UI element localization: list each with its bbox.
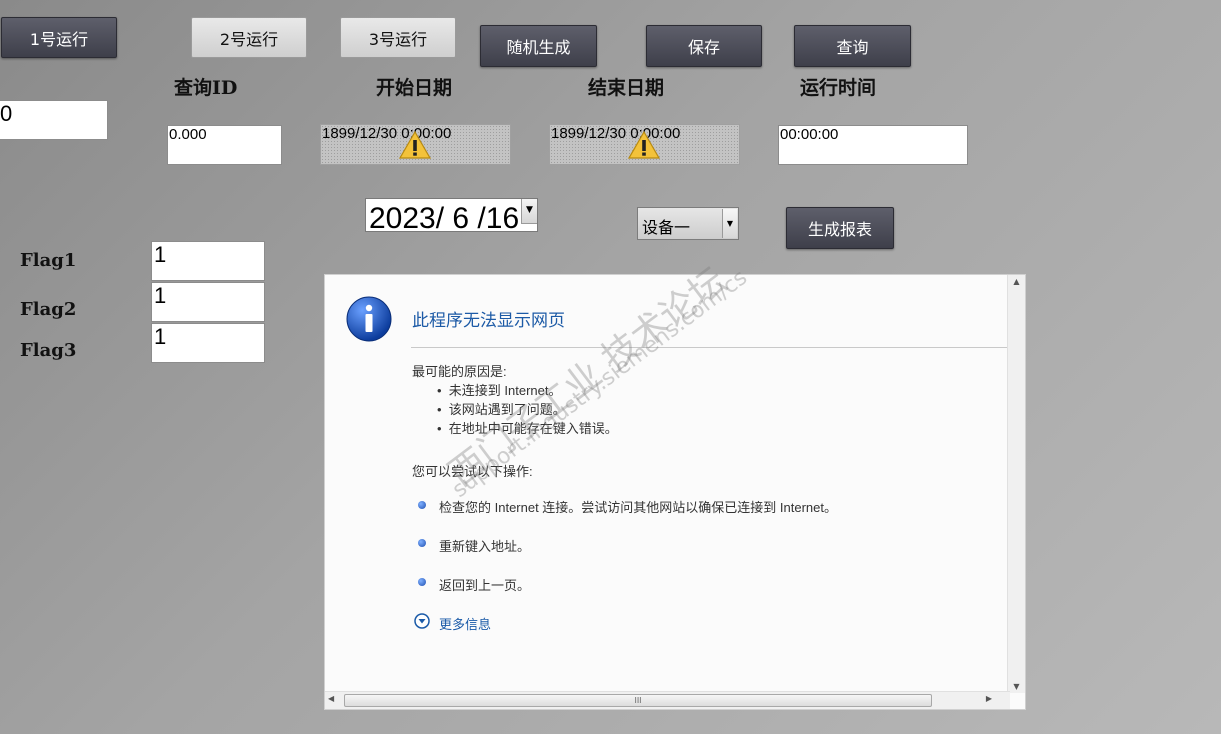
chevron-down-icon[interactable]: ▼ xyxy=(521,199,537,224)
end-date-value: 1899/12/30 0:00:00 xyxy=(551,125,681,142)
device-select[interactable]: 设备一 ▼ xyxy=(637,207,739,240)
actions-heading: 您可以尝试以下操作: xyxy=(412,464,533,479)
flag2-field[interactable]: 1 xyxy=(151,282,265,322)
warning-icon xyxy=(628,131,660,159)
reason-item: • 未连接到 Internet。 xyxy=(437,383,562,398)
start-date-header: 开始日期 xyxy=(376,77,453,99)
run3-button[interactable]: 3号运行 xyxy=(340,17,456,58)
generate-report-button[interactable]: 生成报表 xyxy=(786,207,894,249)
flag1-label: Flag1 xyxy=(20,250,77,271)
chevron-down-icon: ▼ xyxy=(722,209,737,238)
action-item: 重新键入地址。 xyxy=(439,539,531,554)
reasons-heading: 最可能的原因是: xyxy=(412,364,507,379)
web-browser-control[interactable]: 此程序无法显示网页 最可能的原因是: • 未连接到 Internet。 • 该网… xyxy=(324,274,1026,710)
date-picker-value: 2023/ 6 /16 xyxy=(369,202,520,232)
bullet-icon xyxy=(418,539,426,547)
save-label: 保存 xyxy=(687,38,720,57)
run-time-field[interactable]: 00:00:00 xyxy=(778,125,968,165)
end-date-header: 结束日期 xyxy=(588,77,665,99)
title-divider xyxy=(411,347,1007,348)
reason-item: • 在地址中可能存在键入错误。 xyxy=(437,421,618,436)
horizontal-scroll-thumb[interactable]: III xyxy=(344,694,932,707)
flag1-field[interactable]: 1 xyxy=(151,241,265,281)
date-picker[interactable]: 2023/ 6 /16 ▼ xyxy=(365,198,538,232)
run3-label: 3号运行 xyxy=(368,29,428,49)
scroll-up-arrow-icon[interactable]: ▲ xyxy=(1008,277,1025,286)
end-date-field: 1899/12/30 0:00:00 xyxy=(549,124,740,165)
scroll-right-arrow-icon[interactable]: ▶ xyxy=(986,694,992,703)
info-icon xyxy=(346,296,392,342)
expand-circle-icon[interactable] xyxy=(414,613,430,629)
query-id-header: 查询ID xyxy=(174,77,238,99)
error-title: 此程序无法显示网页 xyxy=(412,311,565,330)
generate-report-label: 生成报表 xyxy=(807,220,872,239)
reason-text: 在地址中可能存在键入错误。 xyxy=(448,421,618,436)
left-value-field[interactable]: 0 xyxy=(0,100,108,140)
action-item: 检查您的 Internet 连接。尝试访问其他网站以确保已连接到 Interne… xyxy=(439,500,838,515)
start-date-field: 1899/12/30 0:00:00 xyxy=(320,124,511,165)
run2-label: 2号运行 xyxy=(219,29,279,49)
random-generate-button[interactable]: 随机生成 xyxy=(480,25,597,67)
query-id-field[interactable]: 0.000 xyxy=(167,125,282,165)
run1-button[interactable]: 1号运行 xyxy=(1,17,117,58)
run2-button[interactable]: 2号运行 xyxy=(191,17,307,58)
save-button[interactable]: 保存 xyxy=(646,25,762,67)
flag3-label: Flag3 xyxy=(20,340,77,361)
horizontal-scrollbar[interactable]: ◀ III ▶ xyxy=(325,691,1010,709)
start-date-value: 1899/12/30 0:00:00 xyxy=(322,125,452,142)
warning-icon xyxy=(399,131,431,159)
device-select-value: 设备一 xyxy=(642,218,691,237)
reason-text: 该网站遇到了问题。 xyxy=(448,402,566,417)
query-button[interactable]: 查询 xyxy=(794,25,911,67)
flag2-label: Flag2 xyxy=(20,299,77,320)
reason-text: 未连接到 Internet。 xyxy=(448,383,562,398)
scroll-left-arrow-icon[interactable]: ◀ xyxy=(328,694,334,703)
action-item: 返回到上一页。 xyxy=(439,578,531,593)
vertical-scrollbar[interactable]: ▲ ▼ xyxy=(1007,275,1025,693)
more-info-link[interactable]: 更多信息 xyxy=(439,614,491,633)
scroll-down-arrow-icon[interactable]: ▼ xyxy=(1008,682,1025,691)
query-label: 查询 xyxy=(836,38,869,57)
scroll-grip: III xyxy=(634,696,642,705)
flag3-field[interactable]: 1 xyxy=(151,323,265,363)
random-generate-label: 随机生成 xyxy=(506,38,571,57)
run1-label: 1号运行 xyxy=(29,29,89,49)
bullet-icon xyxy=(418,578,426,586)
reason-item: • 该网站遇到了问题。 xyxy=(437,402,566,417)
run-time-header: 运行时间 xyxy=(800,77,877,99)
bullet-icon xyxy=(418,501,426,509)
